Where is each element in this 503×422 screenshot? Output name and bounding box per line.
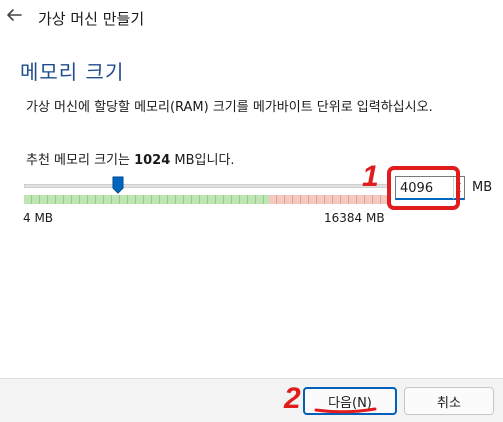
slider-range-indicator [24, 195, 390, 204]
recommend-suffix: MB입니다. [170, 153, 235, 168]
slider-max-label: 16384 MB [324, 211, 385, 225]
next-button[interactable]: 다음(N) [303, 387, 397, 415]
memory-size-spinbox[interactable] [395, 176, 465, 200]
spin-down-icon[interactable] [454, 188, 464, 199]
safe-range [24, 195, 269, 204]
unsafe-range [269, 195, 390, 204]
memory-size-input[interactable] [398, 179, 454, 197]
cancel-button[interactable]: 취소 [404, 387, 494, 415]
memory-unit-label: MB [472, 180, 493, 195]
spin-buttons [453, 177, 464, 199]
recommend-prefix: 추천 메모리 크기는 [26, 153, 135, 168]
spin-up-icon[interactable] [454, 177, 464, 188]
slider-track[interactable] [24, 184, 390, 188]
recommended-memory-text: 추천 메모리 크기는 1024 MB입니다. [26, 149, 235, 168]
description-text: 가상 머신에 할당할 메모리(RAM) 크기를 메가바이트 단위로 입력하십시오… [26, 100, 433, 115]
memory-slider[interactable] [24, 176, 390, 206]
window-header: 가상 머신 만들기 [0, 0, 503, 36]
back-arrow-icon[interactable] [4, 5, 24, 25]
slider-thumb[interactable] [112, 176, 124, 194]
slider-min-label: 4 MB [23, 211, 54, 225]
page-title: 메모리 크기 [20, 60, 125, 84]
window-title: 가상 머신 만들기 [38, 10, 145, 28]
recommend-value: 1024 [134, 153, 171, 168]
